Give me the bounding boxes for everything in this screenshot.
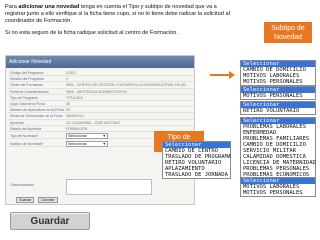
subtipo-callout: Subtipo de Novedad	[264, 22, 312, 43]
traslado-programa-dropdown[interactable]: Seleccionar MOTIVOS PERSONALES	[240, 86, 316, 100]
dropdown-option[interactable]: MOTIVOS PERSONALES	[241, 93, 315, 99]
tipo-novedad-dropdown[interactable]: Seleccionar CAMBIO DE CENTRO TRASLADO DE P…	[162, 141, 231, 179]
intro-bold-phrase: adicionar una novedad	[18, 4, 80, 10]
dropdown-option[interactable]: RETIRO VOLUNTARIO	[241, 108, 315, 114]
dropdown-option[interactable]: MOTIVOS PERSONALES	[241, 190, 315, 196]
observaciones-input[interactable]	[66, 179, 152, 195]
form-title: Adicionar Novedad	[6, 56, 194, 68]
cambio-centro-dropdown[interactable]: Seleccionar CAMBIO DE DOMICILIO MOTIVOS LA…	[240, 60, 316, 86]
retiro-dropdown[interactable]: Seleccionar RETIRO VOLUNTARIO	[240, 101, 316, 115]
guardar-button[interactable]: Guardar	[10, 212, 90, 230]
tipo-novedad-label: Tipo de Novedad*	[10, 134, 38, 138]
arrow-connector	[210, 74, 230, 76]
dropdown-option[interactable]: MOTIVOS PERSONALES	[241, 79, 315, 85]
observaciones-label: Observaciones	[10, 183, 34, 187]
tipo-novedad-value: Seleccionar	[68, 134, 87, 138]
subtipo-novedad-value: Seleccionar	[68, 142, 87, 146]
add-novedad-form: Adicionar Novedad Código del Programa 223…	[5, 55, 195, 205]
subtipo-novedad-select[interactable]: Seleccionar ▼	[66, 141, 108, 147]
form-row-label: Estado del Aprendiz	[10, 126, 42, 131]
jornada-dropdown[interactable]: Seleccionar MOTIVOS LABORALES MOTIVOS PERS…	[240, 177, 316, 197]
aplazamiento-dropdown[interactable]: Seleccionar PROBLEMAS LABORALES ENFERMEDAD…	[240, 117, 316, 179]
arrow-head	[229, 71, 235, 79]
instructions-text: Para adicionar una novedad tenga en cuen…	[5, 4, 237, 37]
chevron-down-icon: ▼	[102, 142, 106, 146]
chevron-down-icon: ▼	[102, 134, 106, 138]
tipo-novedad-select[interactable]: Seleccionar ▼	[66, 133, 108, 139]
intro-note: Si no esta seguro de la ficha radique so…	[5, 29, 178, 36]
subtipo-novedad-label: Subtipo de Novedad*	[10, 142, 44, 146]
intro-text-start: Para	[5, 4, 19, 10]
cancelar-button[interactable]: Cancelar	[38, 197, 58, 203]
dropdown-option[interactable]: TRASLADO DE JORNADA	[163, 172, 230, 178]
small-guardar-button[interactable]: Guardar	[16, 197, 35, 203]
